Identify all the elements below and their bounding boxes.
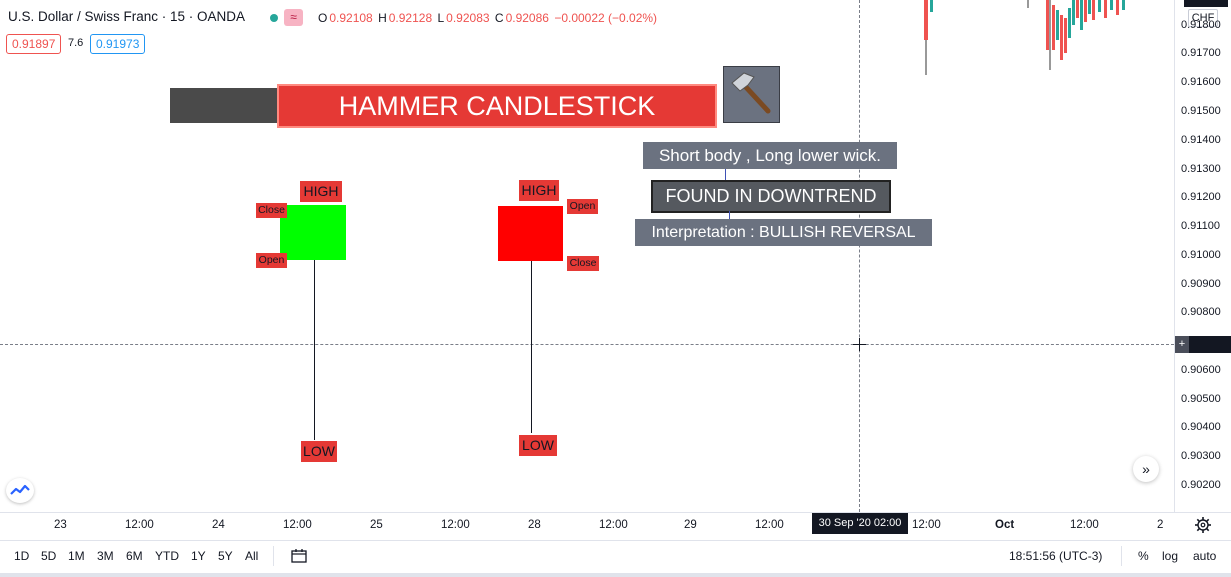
time-tick: 2 <box>1157 519 1164 531</box>
green-close-label: Close <box>256 203 287 218</box>
price-tick: 0.91000 <box>1181 249 1221 261</box>
time-tick: 24 <box>212 519 225 531</box>
bottom-strip <box>0 573 1231 577</box>
red-close-label: Close <box>567 256 599 271</box>
price-tick: 0.91100 <box>1181 220 1220 232</box>
green-open-label: Open <box>256 253 287 268</box>
price-candles <box>924 0 1125 75</box>
price-tick: 0.91400 <box>1181 134 1221 146</box>
price-tick: 0.90300 <box>1181 450 1221 462</box>
log-scale-toggle[interactable]: log <box>1162 549 1178 563</box>
market-open-indicator <box>270 14 278 22</box>
short-body-label: Short body , Long lower wick. <box>643 142 897 169</box>
pattern-title: HAMMER CANDLESTICK PATTERN <box>277 84 717 165</box>
green-candle-body <box>280 205 346 260</box>
gear-icon[interactable] <box>1194 516 1212 534</box>
crosshair-plus-icon <box>853 338 866 351</box>
price-tick: 0.90200 <box>1181 479 1221 491</box>
price-tick: 0.91300 <box>1181 163 1221 175</box>
title-accent-bar <box>170 88 278 123</box>
time-tick: 12:00 <box>599 519 628 531</box>
symbol-title[interactable]: U.S. Dollar / Swiss Franc · 15 · OANDA <box>8 9 245 24</box>
price-tick: 0.90500 <box>1181 393 1221 405</box>
time-tick: 28 <box>528 519 541 531</box>
time-tick: Oct <box>995 519 1015 531</box>
green-high-label: HIGH <box>300 181 342 202</box>
timeframe-5y[interactable]: 5Y <box>218 549 233 563</box>
percent-scale-toggle[interactable]: % <box>1138 549 1149 563</box>
green-low-label: LOW <box>301 441 337 462</box>
time-tick: 12:00 <box>1070 519 1099 531</box>
time-tick: 23 <box>54 519 67 531</box>
buy-price-button[interactable]: 0.91973 <box>90 34 146 54</box>
time-tick: 12:00 <box>441 519 470 531</box>
crosshair-time-label: 30 Sep '20 02:00 <box>812 513 908 534</box>
timeframe-1m[interactable]: 1M <box>68 549 85 563</box>
crosshair-vertical <box>859 0 860 512</box>
auto-scale-toggle[interactable]: auto <box>1193 549 1216 563</box>
interpretation-label: Interpretation : BULLISH REVERSAL <box>635 219 932 246</box>
time-tick: 12:00 <box>912 519 941 531</box>
toolbar-divider <box>1121 546 1122 566</box>
price-tick: 0.91200 <box>1181 191 1221 203</box>
green-lower-wick <box>314 260 315 440</box>
red-candle-body <box>498 206 563 261</box>
ohlc-values: O 0.92108 H 0.92128 L 0.92083 C 0.92086 −0.0… <box>318 11 658 25</box>
price-tick: 0.91800 <box>1181 19 1221 31</box>
time-tick: 29 <box>684 519 697 531</box>
price-tick: 0.90400 <box>1181 421 1221 433</box>
time-tick: 25 <box>370 519 383 531</box>
time-tick: 12:00 <box>755 519 784 531</box>
crosshair-horizontal <box>0 344 1174 345</box>
red-open-label: Open <box>567 199 598 214</box>
hammer-icon <box>723 66 780 123</box>
crosshair-price-label[interactable]: +0.90687 <box>1175 336 1231 367</box>
timeframe-5d[interactable]: 5D <box>41 549 56 563</box>
downtrend-label: FOUND IN DOWNTREND <box>651 180 891 213</box>
price-tick: 0.91600 <box>1181 76 1221 88</box>
fast-forward-icon[interactable]: » <box>1133 456 1159 482</box>
wave-icon[interactable]: ≈ <box>284 9 303 26</box>
timeframe-all[interactable]: All <box>245 549 258 563</box>
red-lower-wick <box>531 261 532 433</box>
red-high-label: HIGH <box>519 180 559 201</box>
add-alert-plus-icon[interactable]: + <box>1175 336 1189 353</box>
price-tick: 0.90800 <box>1181 306 1221 318</box>
tradingview-logo-icon[interactable] <box>6 478 34 503</box>
price-tick: 0.91500 <box>1181 105 1221 117</box>
timeframe-1y[interactable]: 1Y <box>191 549 206 563</box>
sell-price-button[interactable]: 0.91897 <box>6 34 62 54</box>
time-tick: 12:00 <box>125 519 154 531</box>
timeframe-1d[interactable]: 1D <box>14 549 29 563</box>
timeframe-3m[interactable]: 3M <box>97 549 114 563</box>
price-tick: 0.91700 <box>1181 47 1221 59</box>
last-price-marker <box>1184 0 1228 7</box>
timeframe-ytd[interactable]: YTD <box>155 549 179 563</box>
time-tick: 12:00 <box>283 519 312 531</box>
toolbar-divider <box>273 546 274 566</box>
clock[interactable]: 18:51:56 (UTC-3) <box>1009 549 1102 563</box>
timeframe-6m[interactable]: 6M <box>126 549 143 563</box>
red-low-label: LOW <box>519 435 557 456</box>
spread-value: 7.6 <box>68 37 84 49</box>
price-tick: 0.90900 <box>1181 278 1221 290</box>
compare-icon[interactable] <box>290 548 308 564</box>
